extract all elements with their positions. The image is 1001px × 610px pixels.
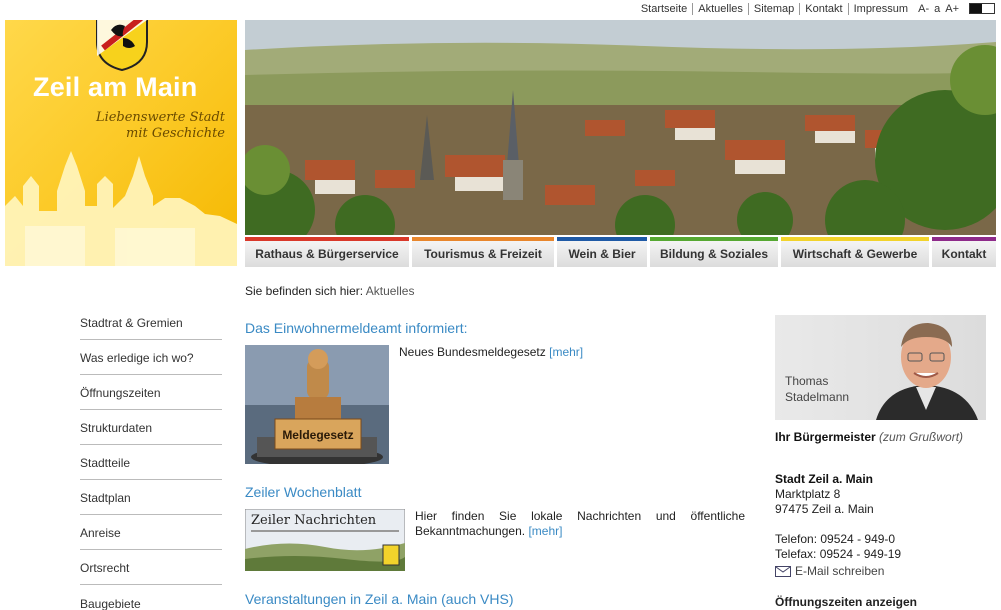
contact-phone: Telefon: 09524 - 949-0	[775, 532, 896, 546]
news-more-link[interactable]: [mehr]	[549, 345, 583, 359]
right-column: Thomas Stadelmann Ihr Bürgermeister (zum…	[775, 315, 987, 609]
email-link[interactable]: E-Mail schreiben	[775, 564, 987, 579]
address-city: 97475 Zeil a. Main	[775, 502, 874, 516]
address-street: Marktplatz 8	[775, 487, 841, 501]
mayor-photo[interactable]: Thomas Stadelmann	[775, 315, 986, 420]
sidebar-item-stadtplan[interactable]: Stadtplan	[80, 480, 222, 515]
nav-kontakt[interactable]: Kontakt	[932, 237, 996, 267]
font-size-controls: A- a A+	[918, 3, 959, 15]
zeiler-nachrichten-image[interactable]: Zeiler Nachrichten	[245, 509, 405, 571]
address-name: Stadt Zeil a. Main	[775, 472, 874, 486]
mayor-last-name: Stadelmann	[785, 390, 850, 404]
nav-wirtschaft-gewerbe[interactable]: Wirtschaft & Gewerbe	[781, 237, 929, 267]
sidebar-item-strukturdaten[interactable]: Strukturdaten	[80, 410, 222, 445]
hero-panorama-illustration	[245, 20, 996, 235]
sidebar-item-was-erledige[interactable]: Was erledige ich wo?	[80, 340, 222, 375]
newspaper-masthead: Zeiler Nachrichten	[251, 513, 377, 528]
breadcrumb-label: Sie befinden sich hier:	[245, 284, 364, 298]
opening-hours-link[interactable]: Öffnungszeiten anzeigen	[775, 595, 987, 609]
mayor-role: Ihr Bürgermeister	[775, 430, 876, 444]
contact-fax: Telefax: 09524 - 949-19	[775, 547, 902, 561]
logo-panel[interactable]: Zeil am Main Liebenswerte Stadt mit Gesc…	[5, 20, 237, 266]
top-links: Startseite Aktuelles Sitemap Kontakt Imp…	[636, 3, 913, 15]
town-crest-icon	[96, 20, 148, 72]
news-more-link[interactable]: [mehr]	[528, 524, 562, 538]
email-link-label: E-Mail schreiben	[795, 564, 885, 578]
sidebar-item-anreise[interactable]: Anreise	[80, 515, 222, 550]
toplink-aktuelles[interactable]: Aktuelles	[693, 3, 749, 15]
news-item: Zeiler Nachrichten Hier finden Sie lokal…	[245, 509, 745, 571]
sidebar-item-oeffnungszeiten[interactable]: Öffnungszeiten	[80, 375, 222, 410]
toplink-sitemap[interactable]: Sitemap	[749, 3, 801, 15]
news-title-einwohnermeldeamt[interactable]: Das Einwohnermeldeamt informiert:	[245, 320, 745, 336]
skyline-silhouette	[5, 151, 237, 266]
sidebar-subnav: Stadtrat & Gremien Was erledige ich wo? …	[80, 305, 222, 610]
news-title-veranstaltungen[interactable]: Veranstaltungen in Zeil a. Main (auch VH…	[245, 591, 745, 607]
toplink-kontakt[interactable]: Kontakt	[800, 3, 849, 15]
mayor-greeting: Ihr Bürgermeister (zum Grußwort)	[775, 430, 987, 444]
nav-tourismus-freizeit[interactable]: Tourismus & Freizeit	[412, 237, 554, 267]
mayor-portrait	[876, 323, 978, 420]
toplink-startseite[interactable]: Startseite	[636, 3, 694, 15]
font-increase-button[interactable]: A+	[945, 3, 959, 15]
meldegesetz-stamp-image[interactable]: Meldegesetz	[245, 345, 389, 464]
nav-rathaus-buergerservice[interactable]: Rathaus & Bürgerservice	[245, 237, 409, 267]
news-text-body: Hier finden Sie lokale Nachrichten und ö…	[415, 509, 745, 538]
contact-block: Telefon: 09524 - 949-0 Telefax: 09524 - …	[775, 532, 987, 579]
font-normal-button[interactable]: a	[934, 3, 940, 15]
breadcrumb-current[interactable]: Aktuelles	[366, 284, 415, 298]
news-title-wochenblatt[interactable]: Zeiler Wochenblatt	[245, 484, 745, 500]
mayor-first-name: Thomas	[785, 374, 829, 388]
mayor-name: Thomas Stadelmann	[785, 373, 849, 405]
toplink-impressum[interactable]: Impressum	[849, 3, 913, 15]
sidebar-item-ortsrecht[interactable]: Ortsrecht	[80, 550, 222, 585]
breadcrumb: Sie befinden sich hier: Aktuelles	[245, 284, 414, 298]
nav-bildung-soziales[interactable]: Bildung & Soziales	[650, 237, 778, 267]
main-content: Das Einwohnermeldeamt informiert: Meldeg…	[245, 320, 745, 610]
news-text: Neues Bundesmeldegesetz [mehr]	[399, 345, 583, 464]
sidebar-item-stadtteile[interactable]: Stadtteile	[80, 445, 222, 480]
news-text: Hier finden Sie lokale Nachrichten und ö…	[415, 509, 745, 571]
news-text-body: Neues Bundesmeldegesetz	[399, 345, 546, 359]
hero-image-town-panorama	[245, 20, 996, 235]
sidebar-item-stadtrat[interactable]: Stadtrat & Gremien	[80, 305, 222, 340]
font-decrease-button[interactable]: A-	[918, 3, 929, 15]
contrast-toggle[interactable]	[969, 3, 995, 14]
main-navigation: Rathaus & Bürgerservice Tourismus & Frei…	[245, 237, 996, 267]
mayor-greeting-link[interactable]: (zum Grußwort)	[879, 430, 963, 444]
stamp-label: Meldegesetz	[282, 428, 353, 442]
brand-title: Zeil am Main	[33, 72, 198, 102]
address-block: Stadt Zeil a. Main Marktplatz 8 97475 Ze…	[775, 472, 987, 517]
contrast-dark-swatch	[970, 4, 982, 13]
brand-tagline-line-1: Liebenswerte Stadt	[95, 110, 225, 125]
contrast-light-swatch	[982, 4, 994, 13]
nav-wein-bier[interactable]: Wein & Bier	[557, 237, 647, 267]
sidebar-item-baugebiete[interactable]: Baugebiete	[80, 585, 222, 610]
news-item: Meldegesetz Neues Bundesmeldegesetz [meh…	[245, 345, 745, 464]
envelope-icon	[775, 566, 791, 577]
top-utility-bar: Startseite Aktuelles Sitemap Kontakt Imp…	[245, 0, 1001, 20]
